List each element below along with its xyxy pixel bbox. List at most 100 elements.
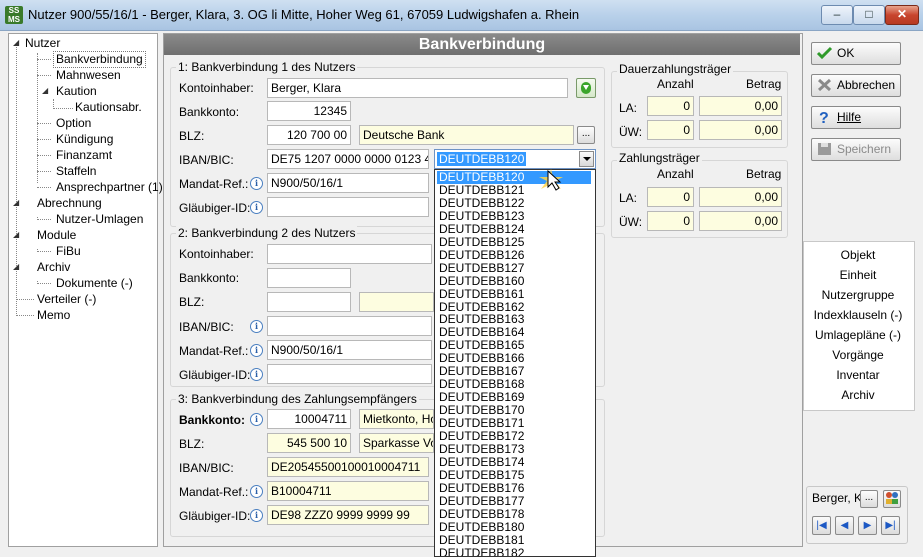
bic-list-item[interactable]: DEUTDEBB173 <box>437 442 526 456</box>
tree-item-finanzamt[interactable]: Finanzamt <box>56 148 112 163</box>
bic-list-item[interactable]: DEUTDEBB121 <box>437 183 526 197</box>
tree-item-mahnwesen[interactable]: Mahnwesen <box>56 68 121 83</box>
collapse-triangle-icon[interactable]: ◢ <box>13 230 19 239</box>
tree-item-memo[interactable]: Memo <box>37 308 70 323</box>
bic-list-item[interactable]: DEUTDEBB122 <box>437 196 526 210</box>
tree-item-dokumente[interactable]: Dokumente (-) <box>56 276 133 291</box>
tree-item-option[interactable]: Option <box>56 116 91 131</box>
close-button[interactable]: ✕ <box>885 5 919 25</box>
info-icon[interactable]: i <box>250 368 263 381</box>
svg-text:?: ? <box>819 110 829 125</box>
bank2-group-title: 2: Bankverbindung 2 des Nutzers <box>176 226 358 240</box>
bic-combobox[interactable]: DEUTDEBB120 <box>434 149 596 169</box>
tree-item-abrechnung[interactable]: Abrechnung <box>37 196 102 211</box>
link-archiv[interactable]: Archiv <box>803 388 913 402</box>
zahl-la-anzahl: 0 <box>647 187 694 207</box>
bankkonto-field[interactable]: 12345 <box>267 101 351 121</box>
bic-list-item[interactable]: DEUTDEBB176 <box>437 481 526 495</box>
kontoinhaber-field[interactable]: Berger, Klara <box>267 78 568 98</box>
window-title: Nutzer 900/55/16/1 - Berger, Klara, 3. O… <box>28 7 580 22</box>
bic-selected-value: DEUTDEBB120 <box>437 152 527 166</box>
tree-item-fibu[interactable]: FiBu <box>56 244 81 259</box>
tree-item-bankverbindung[interactable]: Bankverbindung <box>53 51 146 68</box>
tree-item-module[interactable]: Module <box>37 228 76 243</box>
help-button[interactable]: ? Hilfe <box>811 106 901 129</box>
info-icon[interactable]: i <box>250 177 263 190</box>
blz2-field[interactable] <box>267 292 351 312</box>
bankkonto3-field[interactable]: 10004711 <box>267 409 351 429</box>
bic-list-item[interactable]: DEUTDEBB127 <box>437 261 526 275</box>
glaeubiger-field[interactable] <box>267 197 429 217</box>
next-record-button[interactable]: ▶ <box>858 516 877 535</box>
tree-item-staffeln[interactable]: Staffeln <box>56 164 96 179</box>
collapse-triangle-icon[interactable]: ◢ <box>13 38 19 47</box>
info-icon[interactable]: i <box>250 509 263 522</box>
tree-item-archiv[interactable]: Archiv <box>37 260 70 275</box>
tree-item-kuendigung[interactable]: Kündigung <box>56 132 113 147</box>
dauer-uw-betrag: 0,00 <box>699 120 782 140</box>
last-record-button[interactable]: ▶| <box>881 516 900 535</box>
mandat2-field[interactable]: N900/50/16/1 <box>267 340 432 360</box>
bic-list-item[interactable]: DEUTDEBB177 <box>437 494 526 508</box>
bic-list-item[interactable]: DEUTDEBB178 <box>437 507 526 521</box>
link-einheit[interactable]: Einheit <box>803 268 913 282</box>
tree-item-ansprechpartner[interactable]: Ansprechpartner (1) <box>56 180 163 195</box>
previous-record-button[interactable]: ◀ <box>835 516 854 535</box>
kontoinhaber2-field[interactable] <box>267 244 432 264</box>
link-vorgaenge[interactable]: Vorgänge <box>803 348 913 362</box>
minimize-button[interactable]: – <box>821 5 853 25</box>
checkmark-icon <box>816 46 833 60</box>
tree-item-verteiler[interactable]: Verteiler (-) <box>37 292 96 307</box>
info-icon[interactable]: i <box>250 201 263 214</box>
blz-field[interactable]: 120 700 00 <box>267 125 351 145</box>
bank-lookup-button[interactable]: ... <box>577 126 595 144</box>
bic-list-item[interactable]: DEUTDEBB124 <box>437 222 526 236</box>
cancel-button[interactable]: Abbrechen <box>811 74 901 97</box>
bic-dropdown-list[interactable]: DEUTDEBB120 DEUTDEBB121 DEUTDEBB122 DEUTDEB… <box>434 169 596 557</box>
link-objekt[interactable]: Objekt <box>803 248 913 262</box>
ok-button[interactable]: OK <box>811 42 901 65</box>
save-button[interactable]: Speichern <box>811 138 901 161</box>
bic-list-item[interactable]: DEUTDEBB181 <box>437 533 526 547</box>
info-icon[interactable]: i <box>250 344 263 357</box>
iban-field[interactable]: DE75 1207 0000 0000 0123 45 <box>267 149 429 169</box>
maximize-button[interactable]: □ <box>853 5 885 25</box>
bic-list-item[interactable]: DEUTDEBB125 <box>437 235 526 249</box>
bic-list-item[interactable]: DEUTDEBB160 <box>437 274 526 288</box>
link-indexklauseln[interactable]: Indexklauseln (-) <box>803 308 913 322</box>
download-arrow-button[interactable] <box>576 78 596 98</box>
link-nutzergruppe[interactable]: Nutzergruppe <box>803 288 913 302</box>
record-lookup-button[interactable]: ... <box>860 490 878 508</box>
zahl-uw-label: ÜW: <box>619 215 643 229</box>
bic-list-item[interactable]: DEUTDEBB123 <box>437 209 526 223</box>
collapse-triangle-icon[interactable]: ◢ <box>13 262 19 271</box>
tree-item-nutzer[interactable]: Nutzer <box>25 36 60 51</box>
bic-list-item[interactable]: DEUTDEBB161 <box>437 287 526 301</box>
link-inventar[interactable]: Inventar <box>803 368 913 382</box>
cancel-label: Abbrechen <box>837 78 896 92</box>
link-umlageplaene[interactable]: Umlagepläne (-) <box>803 328 913 342</box>
bic-list-item[interactable]: DEUTDEBB175 <box>437 468 526 482</box>
info-icon[interactable]: i <box>250 320 263 333</box>
info-icon[interactable]: i <box>250 485 263 498</box>
people-icon[interactable] <box>883 490 901 508</box>
tree-item-kautionsabr[interactable]: Kautionsabr. <box>75 100 142 115</box>
chevron-down-icon[interactable] <box>579 151 594 167</box>
bic-list-item[interactable]: DEUTDEBB182 <box>437 546 526 556</box>
glaeubiger2-field[interactable] <box>267 364 432 384</box>
info-icon[interactable]: i <box>250 413 263 426</box>
bic-list-item[interactable]: DEUTDEBB174 <box>437 455 526 469</box>
bic-list-item[interactable]: DEUTDEBB180 <box>437 520 526 534</box>
zahl-uw-betrag: 0,00 <box>699 211 782 231</box>
bic-list-item[interactable]: DEUTDEBB126 <box>437 248 526 262</box>
tree-item-kaution[interactable]: Kaution <box>56 84 97 99</box>
cross-icon <box>817 78 832 92</box>
collapse-triangle-icon[interactable]: ◢ <box>42 86 48 95</box>
blz3-field: 545 500 10 <box>267 433 351 453</box>
first-record-button[interactable]: |◀ <box>812 516 831 535</box>
collapse-triangle-icon[interactable]: ◢ <box>13 198 19 207</box>
iban2-field[interactable] <box>267 316 432 336</box>
tree-item-nutzer-umlagen[interactable]: Nutzer-Umlagen <box>56 212 143 227</box>
bankkonto2-field[interactable] <box>267 268 351 288</box>
mandat-field[interactable]: N900/50/16/1 <box>267 173 429 193</box>
